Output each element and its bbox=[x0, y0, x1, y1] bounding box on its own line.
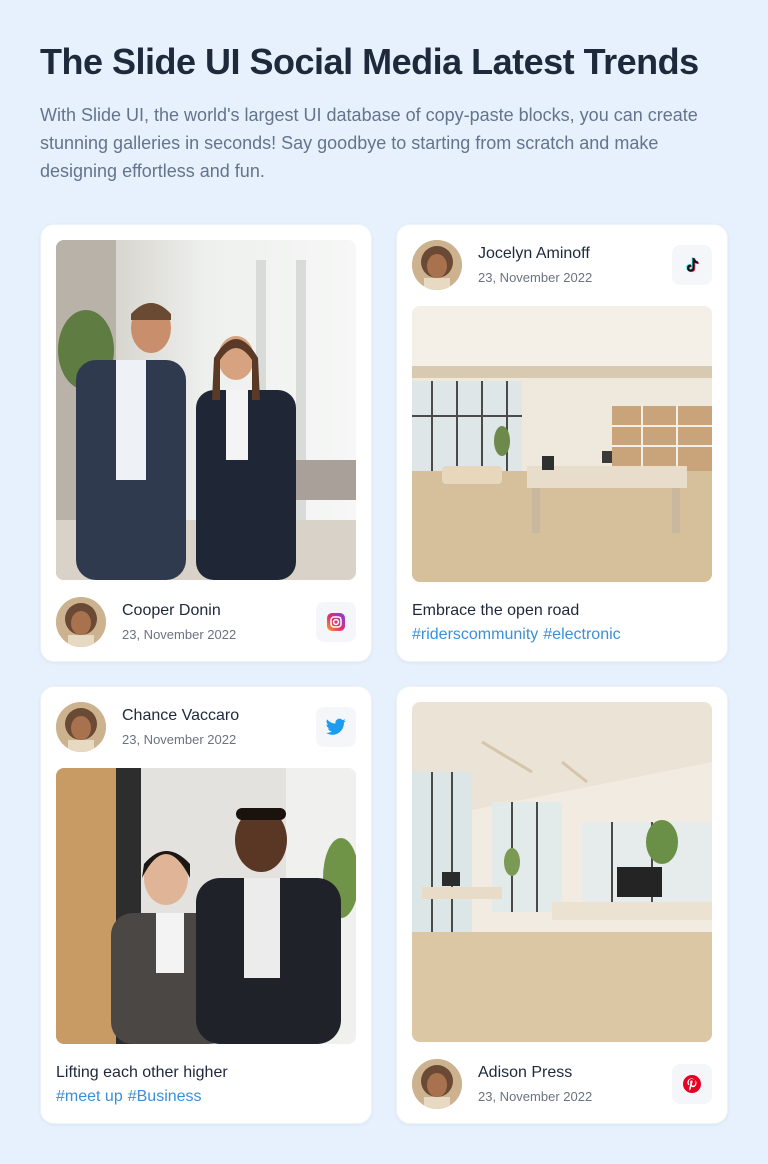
post-photo-open-office[interactable] bbox=[412, 306, 712, 582]
instagram-icon[interactable] bbox=[316, 602, 356, 642]
post-date: 23, November 2022 bbox=[478, 1089, 593, 1104]
post-hashtags: #meet up #Business bbox=[56, 1087, 356, 1107]
page-title: The Slide UI Social Media Latest Trends bbox=[40, 41, 699, 82]
post-date: 23, November 2022 bbox=[478, 270, 593, 285]
post-card[interactable]: Chance Vaccaro 23, November 2022 Lifting… bbox=[40, 686, 372, 1124]
post-photo-business-couple[interactable] bbox=[56, 240, 356, 580]
avatar[interactable] bbox=[412, 1059, 462, 1109]
author-name[interactable]: Jocelyn Aminoff bbox=[478, 244, 590, 264]
twitter-icon[interactable] bbox=[316, 707, 356, 747]
tiktok-icon[interactable] bbox=[672, 245, 712, 285]
post-caption: Lifting each other higher bbox=[56, 1064, 228, 1081]
post-card[interactable]: Adison Press 23, November 2022 bbox=[396, 686, 728, 1124]
post-author: Chance Vaccaro 23, November 2022 bbox=[56, 702, 356, 752]
post-date: 23, November 2022 bbox=[122, 732, 237, 747]
post-photo-bright-office[interactable] bbox=[412, 702, 712, 1042]
author-name[interactable]: Cooper Donin bbox=[122, 601, 221, 621]
author-name[interactable]: Chance Vaccaro bbox=[122, 706, 239, 726]
hashtag-link[interactable]: #Business bbox=[128, 1088, 202, 1105]
avatar[interactable] bbox=[56, 702, 106, 752]
post-date: 23, November 2022 bbox=[122, 627, 237, 642]
post-author: Adison Press 23, November 2022 bbox=[412, 1059, 712, 1109]
hashtag-link[interactable]: #electronic bbox=[543, 626, 620, 643]
post-card[interactable]: Cooper Donin 23, November 2022 bbox=[40, 224, 372, 662]
post-hashtags: #riderscommunity #electronic bbox=[412, 625, 712, 645]
hashtag-link[interactable]: #riderscommunity bbox=[412, 626, 538, 643]
gallery-page: The Slide UI Social Media Latest Trends … bbox=[0, 0, 768, 1164]
avatar[interactable] bbox=[412, 240, 462, 290]
post-author: Cooper Donin 23, November 2022 bbox=[56, 597, 356, 647]
post-card[interactable]: Jocelyn Aminoff 23, November 2022 Embrac… bbox=[396, 224, 728, 662]
post-author: Jocelyn Aminoff 23, November 2022 bbox=[412, 240, 712, 290]
post-caption: Embrace the open road bbox=[412, 602, 580, 619]
page-description: With Slide UI, the world's largest UI da… bbox=[40, 105, 698, 181]
pinterest-icon[interactable] bbox=[672, 1064, 712, 1104]
hashtag-link[interactable]: #meet up bbox=[56, 1088, 123, 1105]
author-name[interactable]: Adison Press bbox=[478, 1063, 572, 1083]
avatar[interactable] bbox=[56, 597, 106, 647]
post-photo-business-pair[interactable] bbox=[56, 768, 356, 1044]
